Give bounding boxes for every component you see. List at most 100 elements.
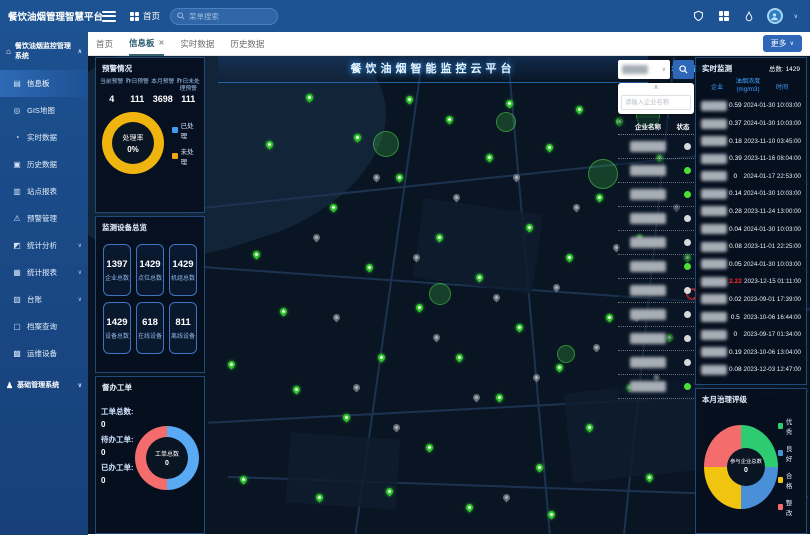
realtime-row[interactable]: 0.042024-01-30 10:03:00 (696, 220, 806, 238)
realtime-row[interactable]: 0.082023-11-01 22:25:00 (696, 238, 806, 256)
map-pin-green[interactable] (455, 353, 465, 363)
sidebar-item-archive-query[interactable]: ▢档案查询 (0, 313, 88, 340)
search-icon (177, 12, 185, 20)
company-row[interactable] (618, 255, 694, 279)
sidebar-item-info-board[interactable]: ▤信息板 (0, 70, 88, 97)
realtime-row[interactable]: 0.022023-09-01 17:39:00 (696, 291, 806, 309)
company-name-redacted (630, 261, 666, 272)
sidebar-item-history-data[interactable]: ▣历史数据 (0, 151, 88, 178)
map-pin-gray[interactable] (472, 393, 482, 403)
hamburger-menu-icon[interactable] (102, 11, 116, 22)
map-pin-green[interactable] (252, 250, 262, 260)
dashboard-map[interactable]: 餐饮油烟智能监控云平台 2024/1/30 10:03 星期二 预警情况 当前预… (88, 56, 810, 534)
map-pin-green[interactable] (575, 105, 585, 115)
map-pin-gray[interactable] (312, 233, 322, 243)
map-pin-gray[interactable] (372, 173, 382, 183)
company-row[interactable] (618, 327, 694, 351)
map-pin-gray[interactable] (492, 293, 502, 303)
company-row[interactable] (618, 351, 694, 375)
realtime-row[interactable]: 0.192023-10-06 13:04:00 (696, 343, 806, 361)
map-pin-gray[interactable] (352, 383, 362, 393)
company-name-redacted (701, 224, 727, 234)
flame-icon[interactable] (742, 9, 756, 23)
company-row[interactable] (618, 207, 694, 231)
map-pin-green[interactable] (425, 443, 435, 453)
realtime-row[interactable]: 0.052024-01-30 10:03:00 (696, 255, 806, 273)
company-row[interactable] (618, 159, 694, 183)
realtime-row[interactable]: 0.392023-11-16 08:04:00 (696, 150, 806, 168)
map-pin-green[interactable] (415, 303, 425, 313)
user-avatar[interactable] (767, 8, 783, 24)
legend-label: 良好 (786, 443, 797, 463)
map-pin-gray[interactable] (432, 333, 442, 343)
map-pin-green[interactable] (365, 263, 375, 273)
realtime-row[interactable]: 02023-09-17 01:34:00 (696, 326, 806, 344)
map-pin-green[interactable] (605, 313, 615, 323)
map-pin-gray[interactable] (452, 193, 462, 203)
sidebar-item-ledger[interactable]: ▧台账∨ (0, 286, 88, 313)
concentration-value: 0.18 (727, 138, 744, 145)
map-pin-green[interactable] (495, 393, 505, 403)
sidebar-item-warning-mgmt[interactable]: ⚠预警管理 (0, 205, 88, 232)
company-row[interactable] (618, 135, 694, 159)
map-pin-gray[interactable] (332, 313, 342, 323)
sidebar-item-stat-analysis[interactable]: ◩统计分析∨ (0, 232, 88, 259)
map-pin-green[interactable] (595, 193, 605, 203)
sidebar-item-stat-report[interactable]: ▦统计报表∨ (0, 259, 88, 286)
map-pin-green[interactable] (545, 143, 555, 153)
map-pin-green[interactable] (515, 323, 525, 333)
apps-grid-icon[interactable] (717, 9, 731, 23)
map-pin-gray[interactable] (592, 343, 602, 353)
sidebar-group-base-system[interactable]: ♟ 基础管理系统 ∨ (0, 371, 88, 399)
map-pin-gray[interactable] (532, 373, 542, 383)
realtime-rows: 0.592024-01-30 10:03:000.372024-01-30 10… (696, 97, 806, 379)
map-pin-green[interactable] (329, 203, 339, 213)
sidebar-group-smoke-system[interactable]: ⌂ 餐饮油烟监控管理系统 ∧ (0, 32, 88, 70)
company-select-dropdown[interactable]: ∨ (618, 60, 670, 79)
realtime-row[interactable]: 0.282023-11-24 13:00:00 (696, 203, 806, 221)
map-pin-green[interactable] (292, 385, 302, 395)
map-pin-green[interactable] (465, 503, 475, 513)
tab-信息板[interactable]: 信息板✕ (129, 32, 164, 56)
tab-实时数据[interactable]: 实时数据 (180, 32, 214, 56)
shield-icon[interactable] (692, 9, 706, 23)
map-pin-green[interactable] (227, 360, 237, 370)
company-row[interactable] (618, 375, 694, 399)
map-pin-green[interactable] (565, 253, 575, 263)
map-pin-green[interactable] (279, 307, 289, 317)
sidebar-item-site-report[interactable]: ▥站点报表 (0, 178, 88, 205)
sidebar-item-realtime-data[interactable]: ◔实时数据 (0, 124, 88, 151)
map-pin-gray[interactable] (502, 493, 512, 503)
map-pin-green[interactable] (445, 115, 455, 125)
realtime-row[interactable]: 02024-01-17 22:53:00 (696, 168, 806, 186)
workorder-value: 0 (101, 476, 134, 485)
company-row[interactable] (618, 279, 694, 303)
menu-search-input[interactable] (189, 12, 269, 21)
company-search-button[interactable] (673, 60, 694, 79)
realtime-row[interactable]: 0.592024-01-30 10:03:00 (696, 97, 806, 115)
map-pin-gray[interactable] (572, 203, 582, 213)
map-pin-green[interactable] (395, 173, 405, 183)
realtime-row[interactable]: 0.52023-10-06 16:44:00 (696, 308, 806, 326)
realtime-row[interactable]: 0.372024-01-30 10:03:00 (696, 115, 806, 133)
realtime-row[interactable]: 0.082023-12-03 12:47:00 (696, 361, 806, 379)
home-breadcrumb[interactable]: 首页 (130, 10, 160, 22)
tab-历史数据[interactable]: 历史数据 (230, 32, 264, 56)
sidebar-item-gis-map[interactable]: ◎GIS地图 (0, 97, 88, 124)
sidebar-item-ops-device[interactable]: ▩运维设备 (0, 340, 88, 367)
chevron-down-icon[interactable]: ∨ (794, 13, 798, 20)
company-row[interactable] (618, 303, 694, 327)
map-pin-green[interactable] (405, 95, 415, 105)
company-row[interactable] (618, 183, 694, 207)
tab-首页[interactable]: 首页 (96, 32, 113, 56)
map-pin-green[interactable] (555, 363, 565, 373)
close-icon[interactable]: ✕ (159, 39, 165, 47)
company-name-input[interactable] (621, 95, 691, 110)
company-row[interactable] (618, 231, 694, 255)
more-button[interactable]: 更多∨ (763, 35, 802, 52)
map-pin-green[interactable] (485, 153, 495, 163)
realtime-row[interactable]: 2.222023-12-15 01:11:00 (696, 273, 806, 291)
map-pin-gray[interactable] (392, 423, 402, 433)
realtime-row[interactable]: 0.142024-01-30 10:03:00 (696, 185, 806, 203)
realtime-row[interactable]: 0.182023-11-10 03:45:00 (696, 132, 806, 150)
